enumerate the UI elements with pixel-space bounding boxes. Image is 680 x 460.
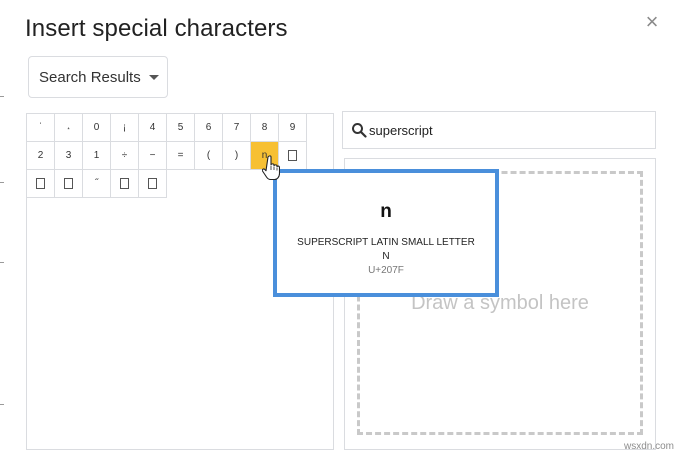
character-cell[interactable] xyxy=(27,170,55,198)
character-cell[interactable]: = xyxy=(167,142,195,170)
character-cell[interactable]: ˔ xyxy=(55,114,83,142)
character-cell[interactable]: 0 xyxy=(83,114,111,142)
tooltip-character-name: SUPERSCRIPT LATIN SMALL LETTER N xyxy=(297,237,475,262)
character-cell[interactable]: 8 xyxy=(251,114,279,142)
character-cell[interactable]: 7 xyxy=(223,114,251,142)
tooltip-glyph: n xyxy=(380,201,392,222)
character-cell[interactable]: ( xyxy=(195,142,223,170)
watermark: wsxdn.com xyxy=(624,441,675,452)
dropdown-label: Search Results xyxy=(39,68,141,86)
tooltip-codepoint: U+207F xyxy=(368,265,404,276)
search-icon xyxy=(352,123,367,138)
character-cell[interactable]: 3 xyxy=(55,142,83,170)
category-dropdown[interactable]: Search Results xyxy=(28,56,168,98)
character-cell[interactable]: ÷ xyxy=(111,142,139,170)
close-icon[interactable]: × xyxy=(642,10,662,34)
character-cell[interactable]: 5 xyxy=(167,114,195,142)
chevron-down-icon xyxy=(148,74,159,80)
character-tooltip: n SUPERSCRIPT LATIN SMALL LETTER N U+207… xyxy=(273,169,499,297)
character-cell[interactable]: ˝ xyxy=(83,170,111,198)
character-cell[interactable]: 1 xyxy=(83,142,111,170)
character-cell[interactable] xyxy=(139,170,167,198)
character-cell[interactable]: 6 xyxy=(195,114,223,142)
character-cell[interactable]: 2 xyxy=(27,142,55,170)
character-cell[interactable] xyxy=(111,170,139,198)
character-cell[interactable]: 9 xyxy=(279,114,307,142)
character-cell[interactable]: − xyxy=(139,142,167,170)
character-cell[interactable] xyxy=(55,170,83,198)
character-cell[interactable] xyxy=(279,142,307,170)
character-cell[interactable]: ) xyxy=(223,142,251,170)
character-cell[interactable]: ¡ xyxy=(111,114,139,142)
search-box xyxy=(342,111,656,149)
hand-cursor-icon xyxy=(262,155,280,181)
insert-special-characters-dialog: Insert special characters × Search Resul… xyxy=(4,0,680,460)
dialog-title: Insert special characters xyxy=(25,15,288,42)
character-cell[interactable]: 4 xyxy=(139,114,167,142)
character-cell[interactable]: ˈ xyxy=(27,114,55,142)
search-input[interactable] xyxy=(369,118,649,142)
